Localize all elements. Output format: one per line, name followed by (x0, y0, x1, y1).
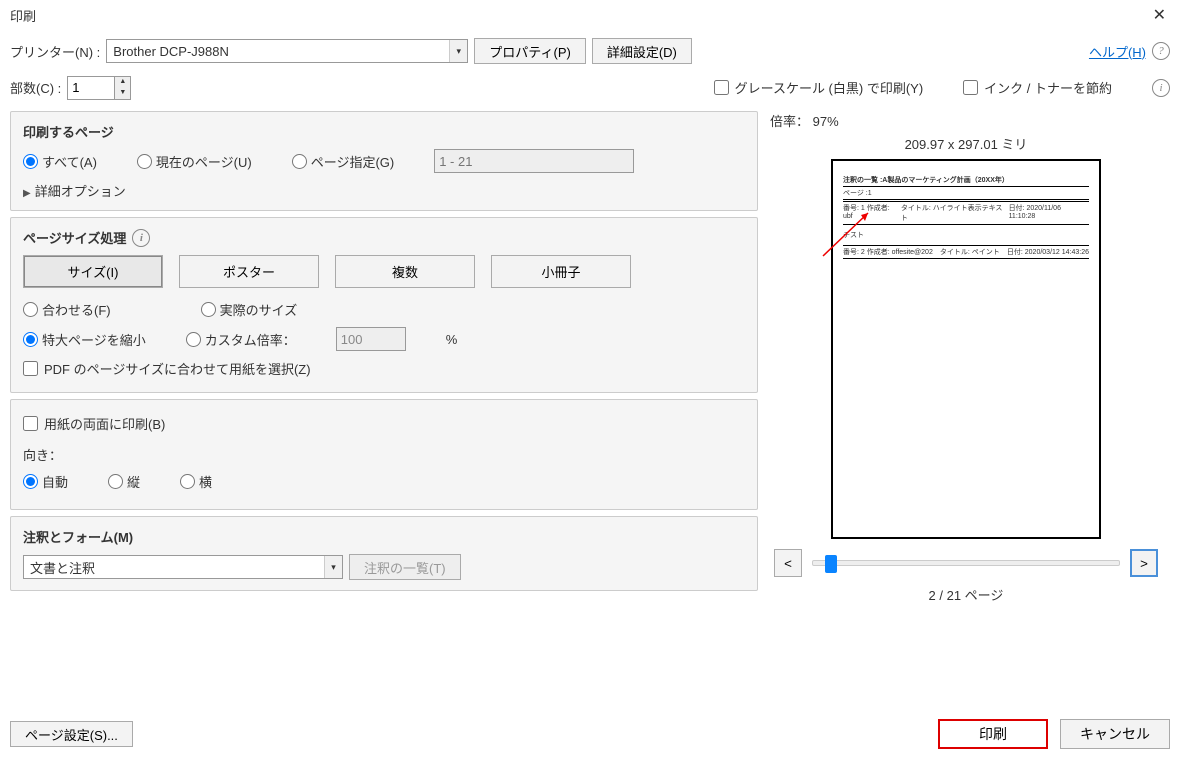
slider-thumb-icon[interactable] (825, 555, 837, 573)
duplex-checkbox[interactable] (23, 416, 38, 431)
preview-meta1-mid: タイトル: ハイライト表示テキスト (901, 203, 1009, 223)
properties-button[interactable]: プロパティ(P) (474, 38, 586, 64)
fit-radio[interactable] (23, 302, 38, 317)
orientation-auto-label: 自動 (42, 472, 68, 491)
more-options-toggle[interactable]: 詳細オプション (23, 181, 745, 200)
custom-scale-input[interactable] (336, 327, 406, 351)
toner-info-icon[interactable]: i (1152, 79, 1170, 97)
actual-radio[interactable] (201, 302, 216, 317)
fit-label: 合わせる(F) (42, 300, 111, 319)
shrink-label: 特大ページを縮小 (42, 330, 146, 349)
scale-value: 97% (813, 114, 839, 129)
pages-range-label: ページ指定(G) (311, 152, 395, 171)
more-options-label: 詳細オプション (35, 184, 126, 199)
preview-meta2-left: 番号: 2 作成者: offesite@202 (843, 247, 933, 257)
spinner-up-icon[interactable]: ▲ (115, 77, 130, 88)
tab-booklet[interactable]: 小冊子 (491, 255, 631, 288)
orientation-label: 向き： (23, 445, 745, 464)
help-link[interactable]: ヘルプ(H) (1089, 42, 1146, 61)
sizing-panel: ページサイズ処理 i サイズ(I) ポスター 複数 小冊子 合わせる(F) 実際… (10, 217, 758, 393)
preview-page-line: ページ :1 (843, 188, 1089, 198)
advanced-button[interactable]: 詳細設定(D) (592, 38, 692, 64)
savetoner-label: インク / トナーを節約 (984, 78, 1112, 97)
custom-radio[interactable] (186, 332, 201, 347)
duplex-label: 用紙の両面に印刷(B) (44, 414, 165, 433)
preview-body: テスト (843, 226, 1089, 244)
pages-current-label: 現在のページ(U) (156, 152, 252, 171)
custom-label: カスタム倍率： (205, 330, 296, 349)
printer-label: プリンター(N) : (10, 42, 100, 61)
pages-all-radio[interactable] (23, 154, 38, 169)
print-button[interactable]: 印刷 (938, 719, 1048, 749)
preview-slider[interactable] (812, 560, 1120, 566)
preview-meta1-right: 日付: 2020/11/06 11:10:28 (1009, 203, 1089, 223)
tab-multiple[interactable]: 複数 (335, 255, 475, 288)
grayscale-label: グレースケール (白黒) で印刷(Y) (735, 78, 924, 97)
copies-spinner[interactable]: ▲▼ (67, 76, 131, 100)
cancel-button[interactable]: キャンセル (1060, 719, 1170, 749)
choose-paper-checkbox[interactable] (23, 361, 38, 376)
preview-meta2-right: 日付: 2020/03/12 14:43:26 (1007, 247, 1089, 257)
pages-range-input[interactable] (434, 149, 634, 173)
preview-next-button[interactable]: > (1130, 549, 1158, 577)
copies-input[interactable] (68, 77, 114, 99)
preview-prev-button[interactable]: < (774, 549, 802, 577)
actual-label: 実際のサイズ (220, 300, 298, 319)
orientation-portrait-label: 縦 (127, 472, 140, 491)
printer-select[interactable]: Brother DCP-J988N ▾ (106, 39, 468, 63)
preview-doc-title: 注釈の一覧 :A製品のマーケティング計画（20XX年） (843, 175, 1089, 185)
tab-size[interactable]: サイズ(I) (23, 255, 163, 288)
grayscale-checkbox[interactable] (714, 80, 729, 95)
sizing-info-icon[interactable]: i (132, 229, 150, 247)
comments-value: 文書と注釈 (24, 558, 324, 577)
pages-current-radio[interactable] (137, 154, 152, 169)
help-info-icon[interactable]: ? (1152, 42, 1170, 60)
preview-meta2-mid: タイトル: ペイント (940, 247, 1000, 257)
comments-section-title: 注釈とフォーム(M) (23, 527, 745, 546)
tab-poster[interactable]: ポスター (179, 255, 319, 288)
copies-label: 部数(C) : (10, 78, 61, 97)
chevron-down-icon[interactable]: ▾ (449, 40, 467, 62)
pages-panel: 印刷するページ すべて(A) 現在のページ(U) ページ指定(G) (10, 111, 758, 211)
duplex-panel: 用紙の両面に印刷(B) 向き： 自動 縦 横 (10, 399, 758, 510)
pages-all-label: すべて(A) (42, 152, 97, 171)
orientation-portrait-radio[interactable] (108, 474, 123, 489)
shrink-radio[interactable] (23, 332, 38, 347)
orientation-landscape-label: 横 (199, 472, 212, 491)
summarize-comments-button[interactable]: 注釈の一覧(T) (349, 554, 461, 580)
choose-paper-label: PDF のページサイズに合わせて用紙を選択(Z) (44, 359, 311, 378)
sizing-section-title: ページサイズ処理 (23, 228, 126, 247)
preview-meta1-left: 番号: 1 作成者: ubf (843, 203, 901, 223)
pages-section-title: 印刷するページ (23, 122, 745, 141)
pages-range-radio[interactable] (292, 154, 307, 169)
comments-panel: 注釈とフォーム(M) 文書と注釈 ▾ 注釈の一覧(T) (10, 516, 758, 591)
chevron-down-icon[interactable]: ▾ (324, 556, 342, 578)
orientation-landscape-radio[interactable] (180, 474, 195, 489)
orientation-auto-radio[interactable] (23, 474, 38, 489)
spinner-down-icon[interactable]: ▼ (115, 88, 130, 99)
percent-label: % (446, 332, 458, 347)
preview-page-counter: 2 / 21 ページ (770, 585, 1162, 604)
close-icon[interactable]: ✕ (1149, 5, 1170, 25)
page-setup-button[interactable]: ページ設定(S)... (10, 721, 133, 747)
printer-value: Brother DCP-J988N (107, 44, 449, 59)
scale-label: 倍率： (770, 114, 809, 129)
preview-dimensions: 209.97 x 297.01 ミリ (770, 134, 1162, 153)
comments-select[interactable]: 文書と注釈 ▾ (23, 555, 343, 579)
preview-page: 注釈の一覧 :A製品のマーケティング計画（20XX年） ページ :1 番号: 1… (831, 159, 1101, 539)
savetoner-checkbox[interactable] (963, 80, 978, 95)
window-title: 印刷 (10, 6, 36, 25)
